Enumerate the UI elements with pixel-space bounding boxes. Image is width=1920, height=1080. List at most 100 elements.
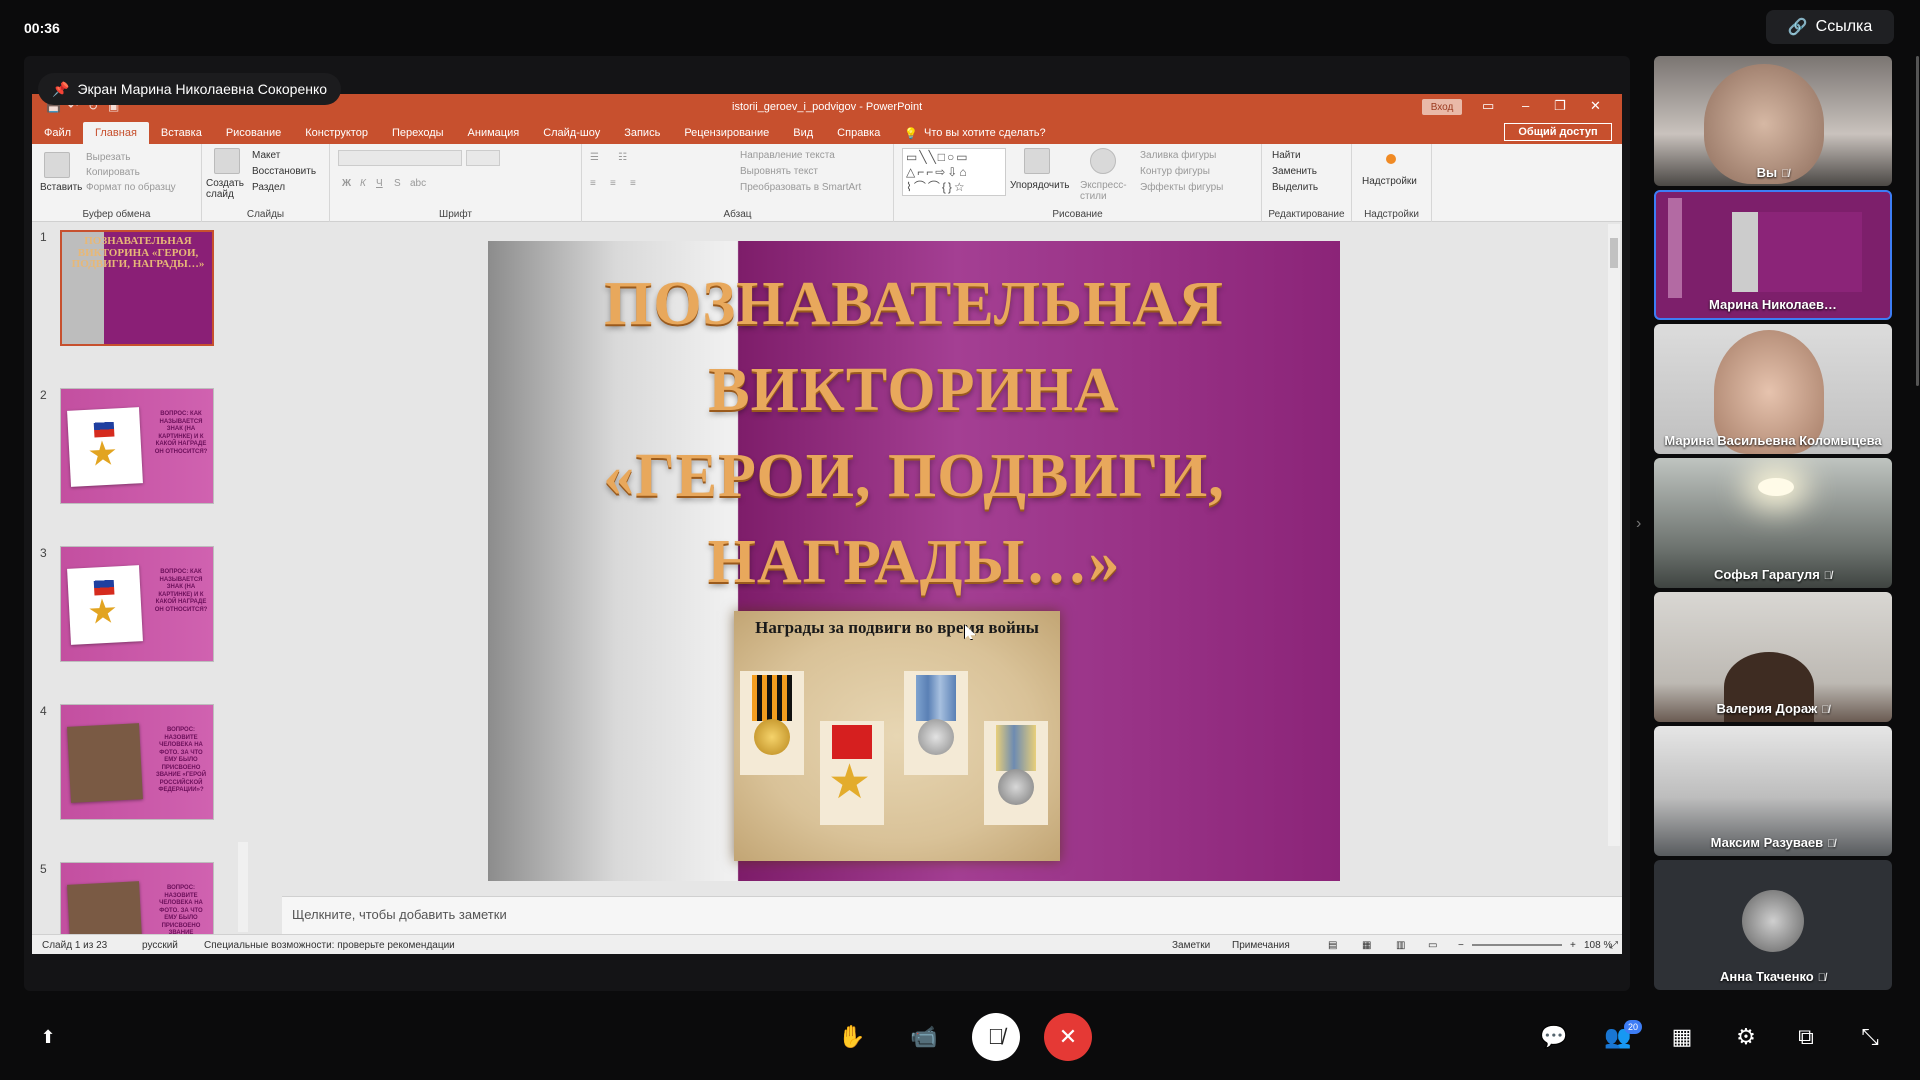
comments-toggle[interactable]: Примечания xyxy=(1232,940,1290,951)
addins-button[interactable]: Надстройки xyxy=(1362,176,1417,187)
new-slide-icon[interactable] xyxy=(214,148,240,174)
tab-help[interactable]: Справка xyxy=(825,122,892,144)
bold-icon[interactable]: Ж xyxy=(342,178,351,189)
slide-vertical-scrollbar[interactable] xyxy=(1608,224,1620,846)
tab-draw[interactable]: Рисование xyxy=(214,122,293,144)
select-button[interactable]: Выделить xyxy=(1272,182,1318,193)
arrange-icon[interactable] xyxy=(1024,148,1050,174)
participant-tile[interactable]: Максим Разуваев 🎙̸ xyxy=(1654,726,1892,856)
slide-thumbnail-4[interactable]: ВОПРОС: НАЗОВИТЕ ЧЕЛОВЕКА НА ФОТО. ЗА ЧТ… xyxy=(60,704,214,820)
tab-home[interactable]: Главная xyxy=(83,122,149,144)
fit-to-window-icon[interactable]: ⤢ xyxy=(1610,940,1618,951)
exit-fullscreen-icon[interactable]: ⤡ xyxy=(1846,1013,1894,1061)
layout-button[interactable]: Макет xyxy=(252,150,280,161)
shape-fill-button[interactable]: Заливка фигуры xyxy=(1140,150,1216,161)
arrange-button[interactable]: Упорядочить xyxy=(1010,180,1070,191)
shape-outline-button[interactable]: Контур фигуры xyxy=(1140,166,1210,177)
format-painter-button[interactable]: Формат по образцу xyxy=(86,182,176,193)
reading-view-icon[interactable]: ▥ xyxy=(1396,940,1405,951)
camera-icon[interactable]: 📹 xyxy=(900,1013,948,1061)
font-name-box[interactable] xyxy=(338,150,462,166)
slide-sorter-icon[interactable]: ▦ xyxy=(1362,940,1371,951)
raise-hand-icon[interactable]: ✋ xyxy=(828,1013,876,1061)
normal-view-icon[interactable]: ▤ xyxy=(1328,940,1337,951)
current-slide[interactable]: ПОЗНАВАТЕЛЬНАЯ ВИКТОРИНА «ГЕРОИ, ПОДВИГИ… xyxy=(488,241,1340,881)
restore-icon[interactable]: ❐ xyxy=(1554,98,1566,114)
quick-styles-icon[interactable] xyxy=(1090,148,1116,174)
find-button[interactable]: Найти xyxy=(1272,150,1301,161)
align-center-icon[interactable]: ≡ xyxy=(610,178,616,189)
grid-layout-icon[interactable]: ▦ xyxy=(1658,1013,1706,1061)
text-direction-button[interactable]: Направление текста xyxy=(740,150,835,161)
slide-thumbnail-5[interactable]: ВОПРОС: НАЗОВИТЕ ЧЕЛОВЕКА НА ФОТО. ЗА ЧТ… xyxy=(60,862,214,936)
shapes-gallery[interactable]: ▭╲╲□○▭ △⌐⌐⇨⇩⌂ ⌇⌒⌒{}☆ xyxy=(902,148,1006,196)
tab-design[interactable]: Конструктор xyxy=(293,122,380,144)
zoom-out-icon[interactable]: − xyxy=(1458,940,1464,951)
italic-icon[interactable]: К xyxy=(360,178,366,189)
tab-slideshow[interactable]: Слайд-шоу xyxy=(531,122,612,144)
participant-tile[interactable]: Марина Васильевна Коломыцева xyxy=(1654,324,1892,454)
numbering-icon[interactable]: ☷ xyxy=(618,152,627,163)
shape-effects-button[interactable]: Эффекты фигуры xyxy=(1140,182,1223,193)
screen-share-icon[interactable]: ⬆ xyxy=(24,1013,72,1061)
participant-tile[interactable]: Валерия Дораж 🎙̸ xyxy=(1654,592,1892,722)
tab-animations[interactable]: Анимация xyxy=(456,122,532,144)
new-slide-button[interactable]: Создать слайд xyxy=(206,178,246,200)
tab-transitions[interactable]: Переходы xyxy=(380,122,456,144)
cut-button[interactable]: Вырезать xyxy=(86,152,130,163)
participant-tile[interactable]: Вы 🎙̸ xyxy=(1654,56,1892,186)
underline-icon[interactable]: Ч xyxy=(376,178,383,189)
end-call-icon[interactable]: ✕ xyxy=(1044,1013,1092,1061)
accessibility-status[interactable]: Специальные возможности: проверьте реком… xyxy=(204,940,455,951)
share-access-button[interactable]: Общий доступ xyxy=(1504,123,1612,141)
reset-button[interactable]: Восстановить xyxy=(252,166,316,177)
participant-tile-presenter[interactable]: Марина Николаев… xyxy=(1654,190,1892,320)
copy-button[interactable]: Копировать xyxy=(86,167,140,178)
tab-file[interactable]: Файл xyxy=(32,122,83,144)
chat-icon[interactable]: 💬 xyxy=(1530,1013,1578,1061)
slide-thumbnail-2[interactable]: ★ ВОПРОС: КАК НАЗЫВАЕТСЯ ЗНАК (НА КАРТИН… xyxy=(60,388,214,504)
font-size-box[interactable] xyxy=(466,150,500,166)
sign-in-button[interactable]: Вход xyxy=(1422,99,1462,115)
picture-in-picture-icon[interactable]: ⧉ xyxy=(1782,1013,1830,1061)
tab-record[interactable]: Запись xyxy=(612,122,672,144)
pin-icon[interactable]: 📌 xyxy=(52,81,69,98)
convert-smartart-button[interactable]: Преобразовать в SmartArt xyxy=(740,182,861,193)
section-button[interactable]: Раздел xyxy=(252,182,285,193)
paste-button[interactable]: Вставить xyxy=(40,182,82,193)
notes-pane[interactable]: Щелкните, чтобы добавить заметки xyxy=(282,896,1622,934)
bullets-icon[interactable]: ☰ xyxy=(590,152,599,163)
slide-thumbnail-3[interactable]: ★ ВОПРОС: КАК НАЗЫВАЕТСЯ ЗНАК (НА КАРТИН… xyxy=(60,546,214,662)
align-text-button[interactable]: Выровнять текст xyxy=(740,166,818,177)
slide-thumbnail-1[interactable]: ПОЗНАВАТЕЛЬНАЯ ВИКТОРИНА «ГЕРОИ, ПОДВИГИ… xyxy=(60,230,214,346)
align-right-icon[interactable]: ≡ xyxy=(630,178,636,189)
paste-icon[interactable] xyxy=(44,152,70,178)
replace-button[interactable]: Заменить xyxy=(1272,166,1317,177)
quick-styles-button[interactable]: Экспресс-стили xyxy=(1080,180,1128,202)
ribbon-display-icon[interactable]: ▭ xyxy=(1482,98,1494,114)
align-left-icon[interactable]: ≡ xyxy=(590,178,596,189)
zoom-in-icon[interactable]: + xyxy=(1570,940,1576,951)
participants-scrollbar[interactable] xyxy=(1916,56,1919,386)
zoom-level[interactable]: 108 % xyxy=(1584,940,1612,951)
close-icon[interactable]: ✕ xyxy=(1590,98,1601,114)
strikethrough-icon[interactable]: abc xyxy=(410,178,426,189)
tab-insert[interactable]: Вставка xyxy=(149,122,214,144)
zoom-slider[interactable] xyxy=(1472,944,1562,946)
tab-view[interactable]: Вид xyxy=(781,122,825,144)
participant-tile[interactable]: Софья Гарагуля 🎙̸ xyxy=(1654,458,1892,588)
slide-scroll-thumb[interactable] xyxy=(1610,238,1618,268)
addins-icon[interactable] xyxy=(1386,154,1396,164)
mic-toggle-icon[interactable]: 🎙̸ xyxy=(972,1013,1020,1061)
tab-review[interactable]: Рецензирование xyxy=(672,122,781,144)
settings-icon[interactable]: ⚙ xyxy=(1722,1013,1770,1061)
tell-me-search[interactable]: 💡 Что вы хотите сделать? xyxy=(892,122,1057,144)
minimize-icon[interactable]: – xyxy=(1522,98,1529,113)
copy-link-button[interactable]: 🔗 Ссылка xyxy=(1766,10,1894,44)
participant-tile[interactable]: Анна Ткаченко 🎙̸ xyxy=(1654,860,1892,990)
notes-toggle[interactable]: Заметки xyxy=(1172,940,1210,951)
language-indicator[interactable]: русский xyxy=(142,940,178,951)
shadow-icon[interactable]: S xyxy=(394,178,401,189)
slideshow-view-icon[interactable]: ▭ xyxy=(1428,940,1437,951)
collapse-sidebar-icon[interactable]: › xyxy=(1636,515,1641,533)
